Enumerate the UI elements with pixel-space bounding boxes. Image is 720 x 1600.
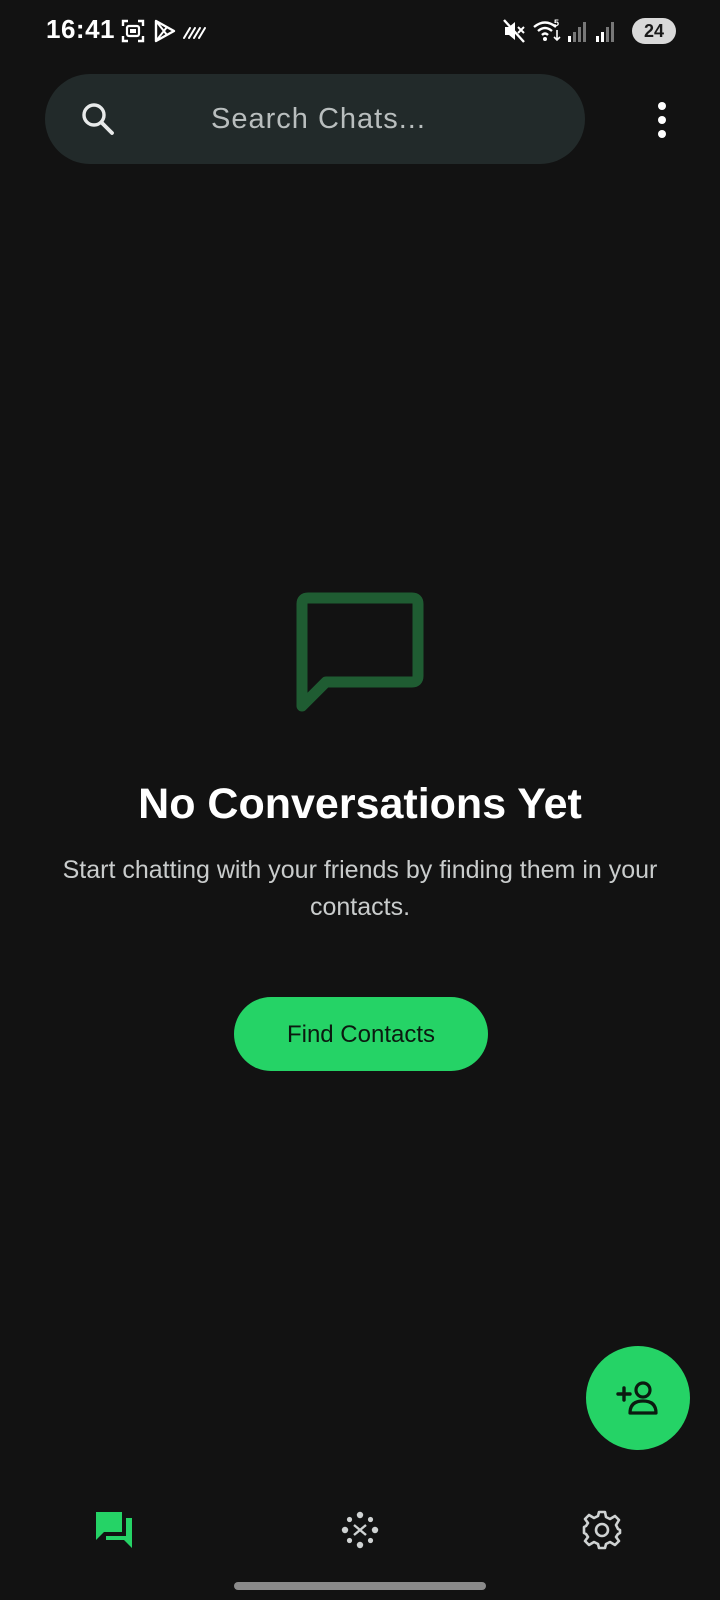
chats-icon (96, 1512, 132, 1548)
nav-item-updates[interactable] (330, 1500, 390, 1560)
add-contact-fab[interactable] (586, 1346, 690, 1450)
nav-item-settings[interactable] (572, 1500, 632, 1560)
nav-item-chats[interactable] (84, 1500, 144, 1560)
battery-indicator: 24 (632, 18, 676, 44)
empty-state-subtitle: Start chatting with your friends by find… (62, 856, 658, 921)
mute-icon (503, 19, 525, 43)
bottom-navigation (0, 1490, 720, 1570)
wifi-icon: 5 (533, 18, 561, 42)
search-icon (82, 103, 114, 135)
find-contacts-button[interactable]: Find Contacts (234, 997, 488, 1071)
more-vert-icon[interactable] (640, 96, 684, 144)
app-screen: 16:41 5 24 Search Chats... No Conversati… (0, 0, 720, 1600)
status-time: 16:41 (46, 14, 115, 44)
play-store-icon (154, 19, 176, 43)
empty-state-title: No Conversations Yet (138, 780, 582, 828)
search-bar[interactable] (45, 74, 585, 164)
chat-bubble-outline-icon (296, 592, 424, 712)
person-add-icon (616, 1381, 658, 1415)
screenshot-icon (121, 19, 145, 43)
signal-icon (568, 22, 586, 42)
status-bar: 16:41 5 24 (0, 0, 720, 64)
nfc-icon (183, 27, 206, 39)
svg-text:5: 5 (554, 18, 559, 28)
signal-icon (596, 22, 614, 42)
gesture-bar[interactable] (234, 1582, 486, 1590)
updates-icon (341, 1511, 379, 1549)
gear-icon (582, 1510, 622, 1550)
search-input[interactable] (165, 74, 565, 164)
